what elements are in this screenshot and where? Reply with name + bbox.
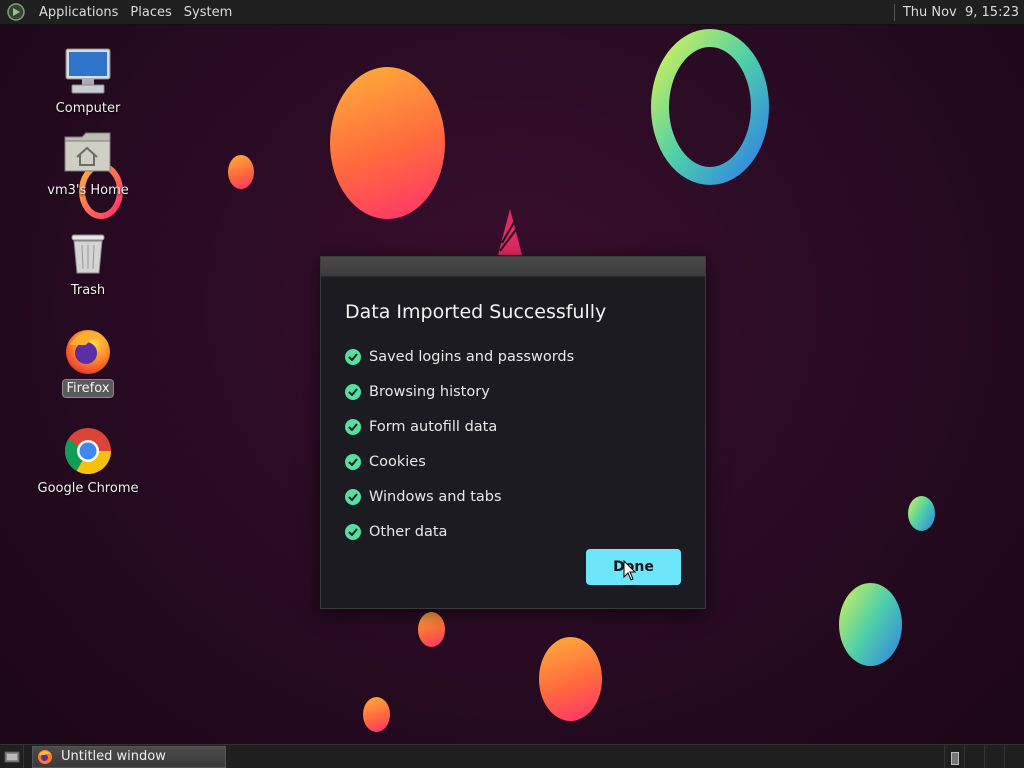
wallpaper-blob [363, 697, 390, 732]
taskbar-window-button[interactable]: Untitled window [32, 745, 226, 768]
list-item: Form autofill data [345, 409, 574, 444]
menu-system[interactable]: System [178, 0, 238, 25]
taskbar-window-title: Untitled window [61, 749, 166, 764]
desktop-icon-label: Firefox [63, 380, 113, 397]
wallpaper-blob [839, 583, 902, 666]
item-label: Browsing history [369, 383, 490, 400]
list-item: Browsing history [345, 374, 574, 409]
item-label: Other data [369, 523, 448, 540]
check-circle-icon [345, 348, 361, 365]
desktop-icon-label: Google Chrome [37, 481, 139, 496]
workspace-1[interactable] [944, 744, 964, 768]
list-item: Saved logins and passwords [345, 339, 574, 374]
desktop-icon-label: vm3's Home [47, 183, 129, 198]
wallpaper-stripes [498, 209, 522, 255]
check-circle-icon [345, 418, 361, 435]
import-success-dialog: Data Imported Successfully Saved logins … [320, 256, 706, 609]
desktop-icon-chrome[interactable]: Google Chrome [33, 425, 143, 497]
imported-items-list: Saved logins and passwords Browsing hist… [345, 339, 574, 549]
desktop-icon-firefox[interactable]: Firefox [33, 325, 143, 397]
workspace-switcher[interactable] [944, 744, 1024, 768]
distro-logo-icon[interactable] [5, 1, 27, 23]
computer-icon [62, 45, 114, 97]
show-desktop-icon[interactable] [0, 744, 24, 768]
list-item: Cookies [345, 444, 574, 479]
wallpaper-blob [228, 155, 254, 189]
item-label: Saved logins and passwords [369, 348, 575, 365]
dialog-heading: Data Imported Successfully [345, 301, 607, 323]
wallpaper-blob [418, 612, 445, 647]
bottom-panel: Untitled window [0, 744, 1024, 768]
desktop-icon-home[interactable]: vm3's Home [33, 127, 143, 199]
desktop-icon-label: Trash [70, 283, 106, 298]
check-circle-icon [345, 523, 361, 540]
workspace-4[interactable] [1004, 744, 1024, 768]
clock[interactable]: Thu Nov 9, 15:23 [903, 5, 1024, 20]
chrome-icon [62, 425, 114, 477]
list-item: Windows and tabs [345, 479, 574, 514]
workspace-2[interactable] [964, 744, 984, 768]
workspace-3[interactable] [984, 744, 1004, 768]
list-item: Other data [345, 514, 574, 549]
trash-icon [62, 227, 114, 279]
check-circle-icon [345, 383, 361, 400]
wallpaper-blob [539, 637, 602, 721]
firefox-icon [37, 749, 53, 765]
menu-applications[interactable]: Applications [33, 0, 124, 25]
dialog-titlebar[interactable] [321, 257, 705, 277]
check-circle-icon [345, 453, 361, 470]
wallpaper-blob [908, 496, 935, 531]
firefox-icon [62, 325, 114, 377]
check-circle-icon [345, 488, 361, 505]
desktop-icon-trash[interactable]: Trash [33, 227, 143, 299]
panel-separator [893, 3, 895, 21]
desktop-icon-computer[interactable]: Computer [33, 45, 143, 117]
top-panel: Applications Places System Thu Nov 9, 15… [0, 0, 1024, 25]
mouse-cursor-icon [623, 560, 637, 581]
wallpaper-blob [330, 67, 445, 219]
wallpaper-ring [651, 29, 769, 185]
item-label: Cookies [369, 453, 426, 470]
home-folder-icon [62, 127, 114, 179]
menu-places[interactable]: Places [124, 0, 177, 25]
item-label: Windows and tabs [369, 488, 502, 505]
item-label: Form autofill data [369, 418, 498, 435]
desktop-icon-label: Computer [55, 101, 121, 116]
